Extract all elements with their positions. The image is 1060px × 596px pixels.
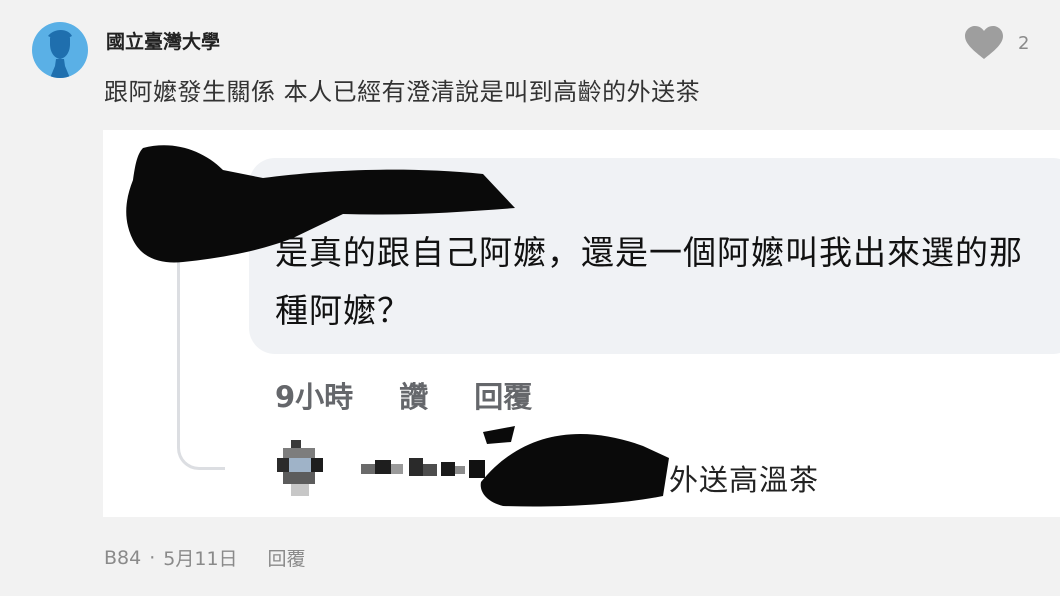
reply-reply-button: 回覆 — [474, 380, 533, 414]
reply-time: 9小時 — [275, 380, 354, 414]
comment-text: 跟阿嬤發生關係 本人已經有澄清說是叫到高齡的外送茶 — [104, 78, 701, 106]
reply-actions: 9小時 讚 回覆 — [275, 374, 532, 416]
pixelated-avatar — [277, 440, 323, 496]
reply-button[interactable]: 回覆 — [268, 544, 306, 571]
comment-card: 國立臺灣大學 跟阿嬤發生關係 本人已經有澄清說是叫到高齡的外送茶 2 是真的跟自… — [0, 0, 1060, 596]
pixelated-name — [361, 458, 485, 478]
like-button[interactable]: 2 — [964, 26, 1029, 60]
person-silhouette-icon — [48, 30, 72, 78]
meta-separator: · — [149, 546, 156, 569]
embedded-screenshot[interactable]: 是真的跟自己阿嬤，還是一個阿嬤叫我出來選的那種阿嬤？ 9小時 讚 回覆 外送高溫… — [103, 130, 1060, 517]
like-count: 2 — [1018, 32, 1030, 54]
comment-meta: B84 · 5月11日 回覆 — [104, 544, 306, 571]
floor-number: B84 — [104, 546, 142, 569]
thread-connector-line — [177, 198, 225, 470]
comment-date: 5月11日 — [163, 548, 238, 570]
sub-reply-text: 外送高溫茶 — [669, 463, 820, 497]
author-name[interactable]: 國立臺灣大學 — [106, 27, 220, 54]
reply-like-button: 讚 — [399, 380, 429, 414]
heart-icon — [965, 26, 1003, 59]
reply-bubble-text: 是真的跟自己阿嬤，還是一個阿嬤叫我出來選的那種阿嬤？ — [275, 233, 1023, 330]
avatar[interactable] — [32, 22, 88, 78]
